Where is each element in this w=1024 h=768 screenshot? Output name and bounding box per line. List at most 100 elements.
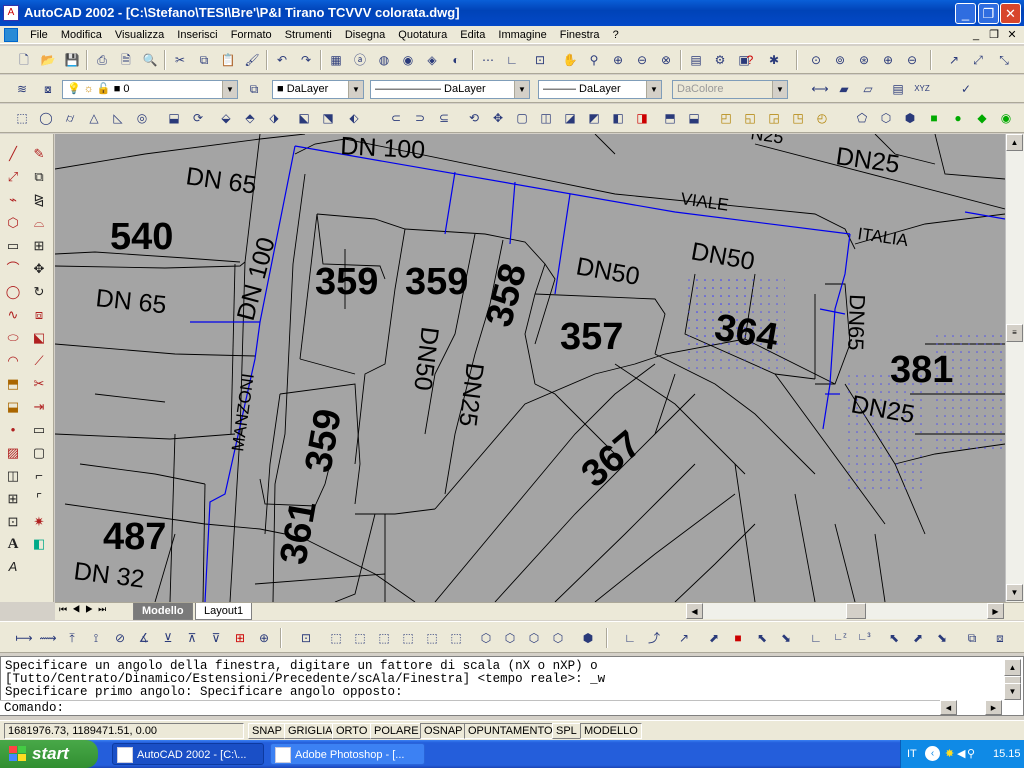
ucs-y-icon[interactable]: ∟ᶻ <box>830 628 850 648</box>
toolbar-end-icon[interactable]: ⧈ <box>990 628 1010 648</box>
view-top-icon[interactable]: ⬚ <box>326 628 346 648</box>
language-indicator[interactable]: IT <box>907 740 917 768</box>
table-icon[interactable]: ⊞ <box>3 489 23 509</box>
box-icon[interactable]: ⬚ <box>12 108 32 128</box>
polygon-icon[interactable]: ⬡ <box>3 213 23 233</box>
document-icon[interactable] <box>4 28 18 42</box>
check-icon[interactable]: ✓ <box>956 79 976 99</box>
zoom-icon[interactable]: ⊗ <box>656 50 676 70</box>
view-left-icon[interactable]: ⬚ <box>374 628 394 648</box>
section-icon[interactable]: ⬙ <box>216 108 236 128</box>
3d-wireframe-icon[interactable]: ⬡ <box>876 108 896 128</box>
revolve-icon[interactable]: ⟳ <box>188 108 208 128</box>
today-icon[interactable]: ◐ <box>446 50 466 70</box>
zoom-in-icon[interactable]: ⊕ <box>878 50 898 70</box>
hatch-icon[interactable]: ▨ <box>3 443 23 463</box>
slice-icon[interactable]: ⬘ <box>240 108 260 128</box>
clip-icon[interactable]: ◳ <box>788 108 808 128</box>
scroll-left-icon[interactable]: ◀ <box>686 603 703 619</box>
mirror-icon[interactable]: ⧎ <box>29 190 49 210</box>
cylinder-icon[interactable]: ⌭ <box>60 108 80 128</box>
vertical-scrollbar[interactable]: ▲ ≡ ▼ <box>1005 134 1024 602</box>
flat-shaded-icon[interactable]: ■ <box>924 108 944 128</box>
orbit-icon[interactable]: ⟲ <box>464 108 484 128</box>
top-view-icon[interactable]: ◨ <box>632 108 652 128</box>
view-front-icon[interactable]: ⬚ <box>422 628 442 648</box>
view-back-icon[interactable]: ⬚ <box>446 628 466 648</box>
coordinates-readout[interactable]: 1681976.73, 1189471.51, 0.00 <box>4 723 244 739</box>
setup-drawing-icon[interactable]: ⬔ <box>318 108 338 128</box>
ucs-x-icon[interactable]: ∟ <box>806 628 826 648</box>
menu-immagine[interactable]: Immagine <box>493 26 551 44</box>
area-icon[interactable]: ▰ <box>834 79 854 99</box>
ucs-prev-icon[interactable]: ⬈ <box>908 628 928 648</box>
break-icon[interactable]: ▭ <box>29 420 49 440</box>
ucs-world-icon[interactable]: ∟ <box>620 628 640 648</box>
ordinate-dim-icon[interactable]: ⤒ <box>62 628 82 648</box>
back-view-icon[interactable]: ◪ <box>560 108 580 128</box>
menu-inserisci[interactable]: Inserisci <box>172 26 222 44</box>
shade-icon[interactable]: ◴ <box>812 108 832 128</box>
restore-button[interactable]: ❐ <box>978 3 999 24</box>
grid-toggle[interactable]: GRIGLIA <box>284 723 337 739</box>
iso-view-icon[interactable]: ◫ <box>536 108 556 128</box>
doc-minimize-button[interactable]: _ <box>968 28 984 42</box>
left-view-icon[interactable]: ◩ <box>584 108 604 128</box>
dropdown-arrow-icon[interactable]: ▼ <box>348 81 363 98</box>
gouraud-edges-icon[interactable]: ◉ <box>996 108 1016 128</box>
tab-navigation-icon[interactable]: ⏮◀▶⏭ <box>59 604 111 615</box>
scroll-up-icon[interactable]: ▲ <box>1006 134 1023 151</box>
taskbar-photoshop[interactable]: Adobe Photoshop - [... <box>270 743 425 765</box>
menu-finestra[interactable]: Finestra <box>555 26 605 44</box>
list-icon[interactable]: ▤ <box>888 79 908 99</box>
polar-toggle[interactable]: POLARE <box>370 723 423 739</box>
autocad-app-icon[interactable]: A <box>3 5 19 21</box>
menu-strumenti[interactable]: Strumenti <box>280 26 337 44</box>
design-center-icon[interactable]: ▦ <box>326 50 346 70</box>
print-icon[interactable]: ⎙ <box>92 50 112 70</box>
erase-icon[interactable]: ✎ <box>29 144 49 164</box>
arc-icon[interactable]: ⌒ <box>3 259 23 279</box>
sw-iso-icon[interactable]: ⬒ <box>660 108 680 128</box>
iso-ne-icon[interactable]: ⬡ <box>524 628 544 648</box>
intersect-icon[interactable]: ⊆ <box>434 108 454 128</box>
dropdown-arrow-icon[interactable]: ▼ <box>646 81 661 98</box>
aligned-dim-icon[interactable]: ⟿ <box>38 628 58 648</box>
help-icon[interactable]: ? <box>740 50 760 70</box>
lengthen-icon[interactable]: ⟋ <box>29 351 49 371</box>
distance-icon[interactable]: ⟷ <box>810 79 830 99</box>
osnap-toggle[interactable]: OSNAP <box>420 723 467 739</box>
publish-icon[interactable]: ◉ <box>398 50 418 70</box>
ucs-dialog-icon[interactable]: ⊡ <box>296 628 316 648</box>
point-icon[interactable]: • <box>3 420 23 440</box>
line-icon[interactable]: ╱ <box>3 144 23 164</box>
insert-block-icon[interactable]: ⬒ <box>3 374 23 394</box>
menu-visualizza[interactable]: Visualizza <box>110 26 169 44</box>
ucs-object-icon[interactable]: ⤴ <box>644 628 664 648</box>
layer-combo[interactable]: 💡 ☼ 🔓 ■ 0 ▼ <box>62 80 238 99</box>
volume-icon[interactable]: ◀ <box>957 740 965 768</box>
menu-file[interactable]: File <box>25 26 53 44</box>
copy-object-icon[interactable]: ⧉ <box>29 167 49 187</box>
close-button[interactable]: ✕ <box>1000 3 1021 24</box>
copy-icon[interactable]: ⧉ <box>194 50 214 70</box>
find-icon[interactable]: 🔍 <box>140 50 160 70</box>
new-icon[interactable]: 🗋 <box>14 50 34 70</box>
camera-view-icon[interactable]: ⬢ <box>578 628 598 648</box>
explode-icon[interactable]: ✷ <box>29 512 49 532</box>
menu-formato[interactable]: Formato <box>226 26 277 44</box>
zoom-scale-icon[interactable]: ⊛ <box>854 50 874 70</box>
tray-expand-icon[interactable]: ‹ <box>925 746 940 761</box>
chamfer-icon[interactable]: ⌐ <box>29 466 49 486</box>
torus-icon[interactable]: ◎ <box>132 108 152 128</box>
view-right-icon[interactable]: ⬚ <box>398 628 418 648</box>
ortho-toggle[interactable]: ORTO <box>332 723 372 739</box>
minimize-button[interactable]: _ <box>955 3 976 24</box>
save-icon[interactable]: 💾 <box>62 50 82 70</box>
hidden-icon[interactable]: ⬢ <box>900 108 920 128</box>
web-icon[interactable]: ⓐ <box>350 50 370 70</box>
zoom-realtime-icon[interactable]: ⚲ <box>584 50 604 70</box>
zoom-dynamic-icon[interactable]: ⊚ <box>830 50 850 70</box>
hyperlink-icon[interactable]: ◈ <box>422 50 442 70</box>
zoom-window-2-icon[interactable]: ⊙ <box>806 50 826 70</box>
